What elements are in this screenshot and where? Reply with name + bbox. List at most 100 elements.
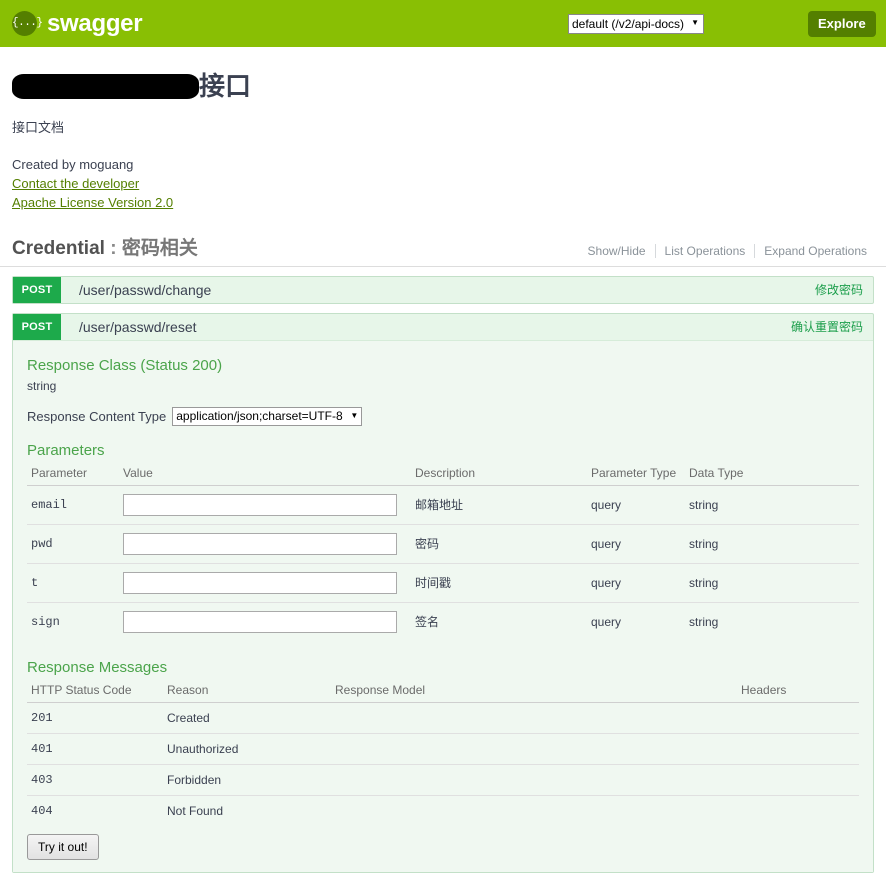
table-row: 403 Forbidden (27, 764, 859, 796)
param-type: query (591, 485, 689, 525)
response-headers (741, 795, 859, 826)
operation-header[interactable]: POST /user/passwd/change 修改密码 (13, 276, 873, 303)
status-code: 201 (27, 702, 167, 734)
param-value-cell (123, 524, 415, 564)
param-name: t (27, 563, 123, 603)
th-response-model: Response Model (335, 680, 741, 703)
param-input-email[interactable] (123, 493, 397, 516)
table-row: t 时间戳 query string (27, 563, 859, 603)
table-row: pwd 密码 query string (27, 524, 859, 564)
table-row: 201 Created (27, 702, 859, 734)
th-parameter-type: Parameter Type (591, 463, 689, 486)
status-code: 403 (27, 764, 167, 796)
param-type: query (591, 524, 689, 564)
status-reason: Not Found (167, 803, 224, 818)
param-description: 签名 (415, 615, 440, 630)
response-content-type-row: Response Content Type application/json;c… (27, 406, 859, 426)
param-name: email (27, 485, 123, 525)
http-method-badge: POST (13, 276, 61, 303)
th-description: Description (415, 463, 591, 486)
swagger-logo-link[interactable]: {...} swagger (12, 9, 143, 38)
resource-description: 密码相关 (121, 237, 198, 259)
param-name: pwd (27, 524, 123, 564)
explore-button[interactable]: Explore (808, 11, 876, 37)
response-class-heading: Response Class (Status 200) (27, 356, 223, 374)
resource-credential: Credential : 密码相关 Show/Hide List Operati… (0, 233, 886, 873)
param-data-type: string (689, 485, 859, 525)
operation-summary: 确认重置密码 (790, 319, 863, 334)
operation-passwd-reset: POST /user/passwd/reset 确认重置密码 Response … (12, 312, 874, 873)
resource-separator: : (110, 237, 117, 259)
operation-header[interactable]: POST /user/passwd/reset 确认重置密码 (13, 313, 873, 340)
response-model (335, 795, 741, 826)
top-bar: {...} swagger default (/v2/api-docs) Exp… (0, 0, 886, 47)
license-link[interactable]: Apache License Version 2.0 (12, 194, 886, 213)
api-meta: Created by moguang Contact the developer… (12, 156, 886, 213)
response-headers (741, 764, 859, 796)
list-operations-link[interactable]: List Operations (654, 243, 755, 258)
param-value-cell (123, 602, 415, 641)
status-code: 404 (31, 803, 53, 818)
th-data-type: Data Type (689, 463, 859, 486)
table-row: email 邮箱地址 query string (27, 485, 859, 525)
api-docs-select[interactable]: default (/v2/api-docs) (568, 14, 704, 34)
response-messages-heading: Response Messages (27, 658, 168, 676)
th-reason: Reason (167, 680, 335, 703)
operation-path: /user/passwd/change (79, 281, 212, 298)
response-model (335, 702, 741, 734)
param-input-pwd[interactable] (123, 532, 397, 555)
redaction-bar (12, 73, 199, 99)
api-description: 接口文档 (12, 120, 65, 135)
param-value-cell (123, 485, 415, 525)
http-method-badge: POST (13, 313, 61, 340)
operation-summary: 修改密码 (814, 282, 863, 297)
status-reason: Forbidden (167, 764, 335, 796)
parameters-heading: Parameters (27, 441, 105, 459)
operation-passwd-change: POST /user/passwd/change 修改密码 (12, 275, 874, 304)
response-class-type: string (27, 378, 57, 393)
param-type: query (591, 614, 622, 629)
api-info: 接口 接口文档 Created by moguang Contact the d… (0, 47, 886, 213)
response-content-type-select[interactable]: application/json;charset=UTF-8 (172, 406, 363, 426)
resource-name: Credential (12, 237, 105, 259)
response-headers (741, 733, 859, 765)
param-description: 时间戳 (415, 563, 591, 603)
th-http-status-code: HTTP Status Code (27, 680, 167, 703)
param-name: sign (31, 614, 60, 629)
response-model (335, 733, 741, 765)
swagger-logo-icon: {...} (12, 11, 43, 36)
response-header-row: HTTP Status Code Reason Response Model H… (27, 680, 859, 703)
page-title-visible-text: 接口 (199, 70, 252, 101)
try-it-out-button[interactable]: Try it out! (27, 833, 99, 860)
parameters-body: email 邮箱地址 query string pwd 密码 query str… (27, 485, 859, 641)
operation-body: Response Class (Status 200) string Respo… (13, 339, 873, 872)
swagger-logo-text: swagger (47, 9, 143, 37)
response-content-type-label: Response Content Type (27, 408, 167, 424)
operation-path: /user/passwd/reset (79, 318, 197, 335)
show-hide-link[interactable]: Show/Hide (579, 244, 655, 258)
status-reason: Unauthorized (167, 733, 335, 765)
created-by-text: Created by moguang (12, 157, 134, 172)
param-value-cell (123, 563, 415, 603)
param-data-type: string (689, 524, 859, 564)
contact-developer-link[interactable]: Contact the developer (12, 175, 886, 194)
page-title: 接口 (12, 71, 886, 101)
th-parameter: Parameter (27, 463, 123, 486)
response-headers (741, 702, 859, 734)
status-reason: Created (167, 702, 335, 734)
resource-title-credential[interactable]: Credential : 密码相关 (12, 233, 198, 260)
resource-header-credential: Credential : 密码相关 Show/Hide List Operati… (0, 233, 886, 267)
param-data-type: string (689, 614, 719, 629)
table-row: sign 签名 query string (27, 602, 859, 641)
expand-operations-link[interactable]: Expand Operations (754, 243, 876, 258)
parameters-table: Parameter Value Description Parameter Ty… (27, 463, 859, 641)
response-model (335, 764, 741, 796)
param-input-t[interactable] (123, 571, 397, 594)
th-value: Value (123, 463, 415, 486)
param-description: 密码 (415, 524, 591, 564)
param-input-sign[interactable] (123, 610, 397, 633)
resource-options-credential: Show/Hide List Operations Expand Operati… (579, 243, 876, 260)
table-row: 404 Not Found (27, 795, 859, 826)
param-description: 邮箱地址 (415, 485, 591, 525)
param-data-type: string (689, 563, 859, 603)
